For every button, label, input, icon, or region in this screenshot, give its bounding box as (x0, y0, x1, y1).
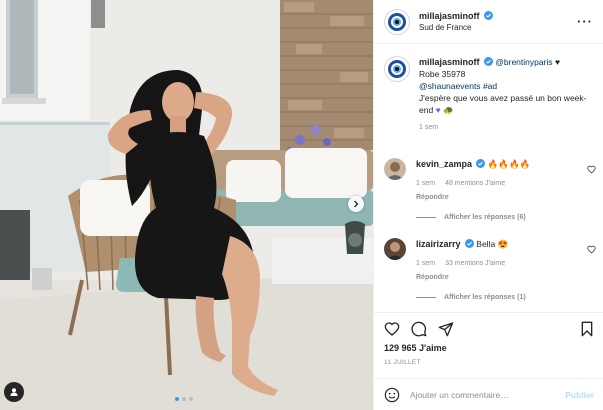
avatar-image (384, 158, 406, 180)
post-sidebar: millajasminoff Sud de France ··· millaja… (373, 0, 603, 410)
caption-mention[interactable]: @shaunaevents (419, 81, 481, 91)
avatar[interactable] (384, 56, 410, 82)
more-options-icon[interactable]: ··· (577, 14, 593, 29)
carousel-dot (189, 397, 193, 401)
avatar[interactable] (384, 238, 406, 260)
next-photo-button[interactable] (348, 196, 364, 212)
verified-icon (476, 159, 486, 168)
divider (416, 217, 436, 218)
comment-item: kevin_zampa 🔥🔥🔥🔥 1 sem 48 mentions J'aim… (384, 158, 596, 204)
view-replies-button[interactable]: Afficher les réponses (1) (416, 294, 526, 301)
avatar-image (384, 238, 406, 260)
view-replies-label: Afficher les réponses (6) (444, 214, 526, 221)
reply-button[interactable]: Répondre (416, 272, 449, 284)
comment-time[interactable]: 1 sem (416, 258, 435, 270)
like-icon[interactable] (384, 321, 400, 337)
caption-mention[interactable]: @brentinyparis (495, 57, 552, 67)
reply-button[interactable]: Répondre (416, 192, 449, 204)
post-photo[interactable] (0, 0, 373, 410)
evil-eye-icon (388, 60, 406, 78)
bookmark-icon[interactable] (580, 321, 594, 337)
post-caption: millajasminoff @brentinyparis ♥ Robe 359… (384, 56, 596, 134)
like-comment-icon[interactable] (587, 245, 596, 254)
divider (416, 297, 436, 298)
post-actions: 129 965 J'aime 11 JUILLET (374, 312, 603, 366)
like-count[interactable]: 129 965 J'aime (384, 343, 594, 353)
caption-username[interactable]: millajasminoff (419, 57, 480, 67)
post-image (0, 0, 373, 410)
post-location[interactable]: Sud de France (419, 23, 493, 32)
share-icon[interactable] (438, 321, 454, 337)
heart-symbol-icon: ♥ (554, 57, 560, 67)
verified-icon (483, 11, 493, 20)
header-username[interactable]: millajasminoff (419, 11, 480, 21)
user-tags-button[interactable] (4, 382, 24, 402)
view-replies-label: Afficher les réponses (1) (444, 294, 526, 301)
emoji-icon[interactable] (384, 387, 400, 403)
comment-username[interactable]: kevin_zampa (416, 159, 472, 169)
comment-username[interactable]: lizairizarry (416, 239, 461, 249)
comment-input[interactable] (410, 389, 550, 400)
turtle-icon: 🐢 (442, 105, 454, 115)
caption-line: Robe 35978 (419, 69, 466, 79)
carousel-dot (175, 397, 179, 401)
post-date[interactable]: 11 JUILLET (384, 359, 594, 366)
evil-eye-icon (388, 12, 406, 31)
post-header: millajasminoff Sud de France ··· (374, 0, 603, 44)
carousel-dot (182, 397, 186, 401)
caption-time[interactable]: 1 sem (419, 122, 596, 134)
purple-heart-icon: ♥ (435, 105, 441, 115)
caption-hashtag[interactable]: #ad (483, 81, 497, 91)
chevron-right-icon (354, 200, 359, 208)
comment-time[interactable]: 1 sem (416, 178, 435, 190)
publish-button[interactable]: Publier (565, 390, 594, 400)
comment-text: Bella 😍 (476, 239, 509, 249)
comment-icon[interactable] (411, 321, 427, 337)
carousel-indicator (175, 397, 193, 401)
comment-likes[interactable]: 33 mentions J'aime (445, 258, 505, 270)
verified-icon (464, 239, 474, 248)
verified-icon (483, 57, 493, 66)
comment-text: 🔥🔥🔥🔥 (487, 159, 531, 169)
comment-item: lizairizarry Bella 😍 1 sem 33 mentions J… (384, 238, 596, 284)
like-comment-icon[interactable] (587, 165, 596, 174)
comment-likes[interactable]: 48 mentions J'aime (445, 178, 505, 190)
avatar[interactable] (384, 158, 406, 180)
view-replies-button[interactable]: Afficher les réponses (6) (416, 214, 526, 221)
person-icon (10, 388, 18, 396)
avatar[interactable] (384, 8, 410, 35)
comment-composer: Publier (374, 378, 603, 410)
